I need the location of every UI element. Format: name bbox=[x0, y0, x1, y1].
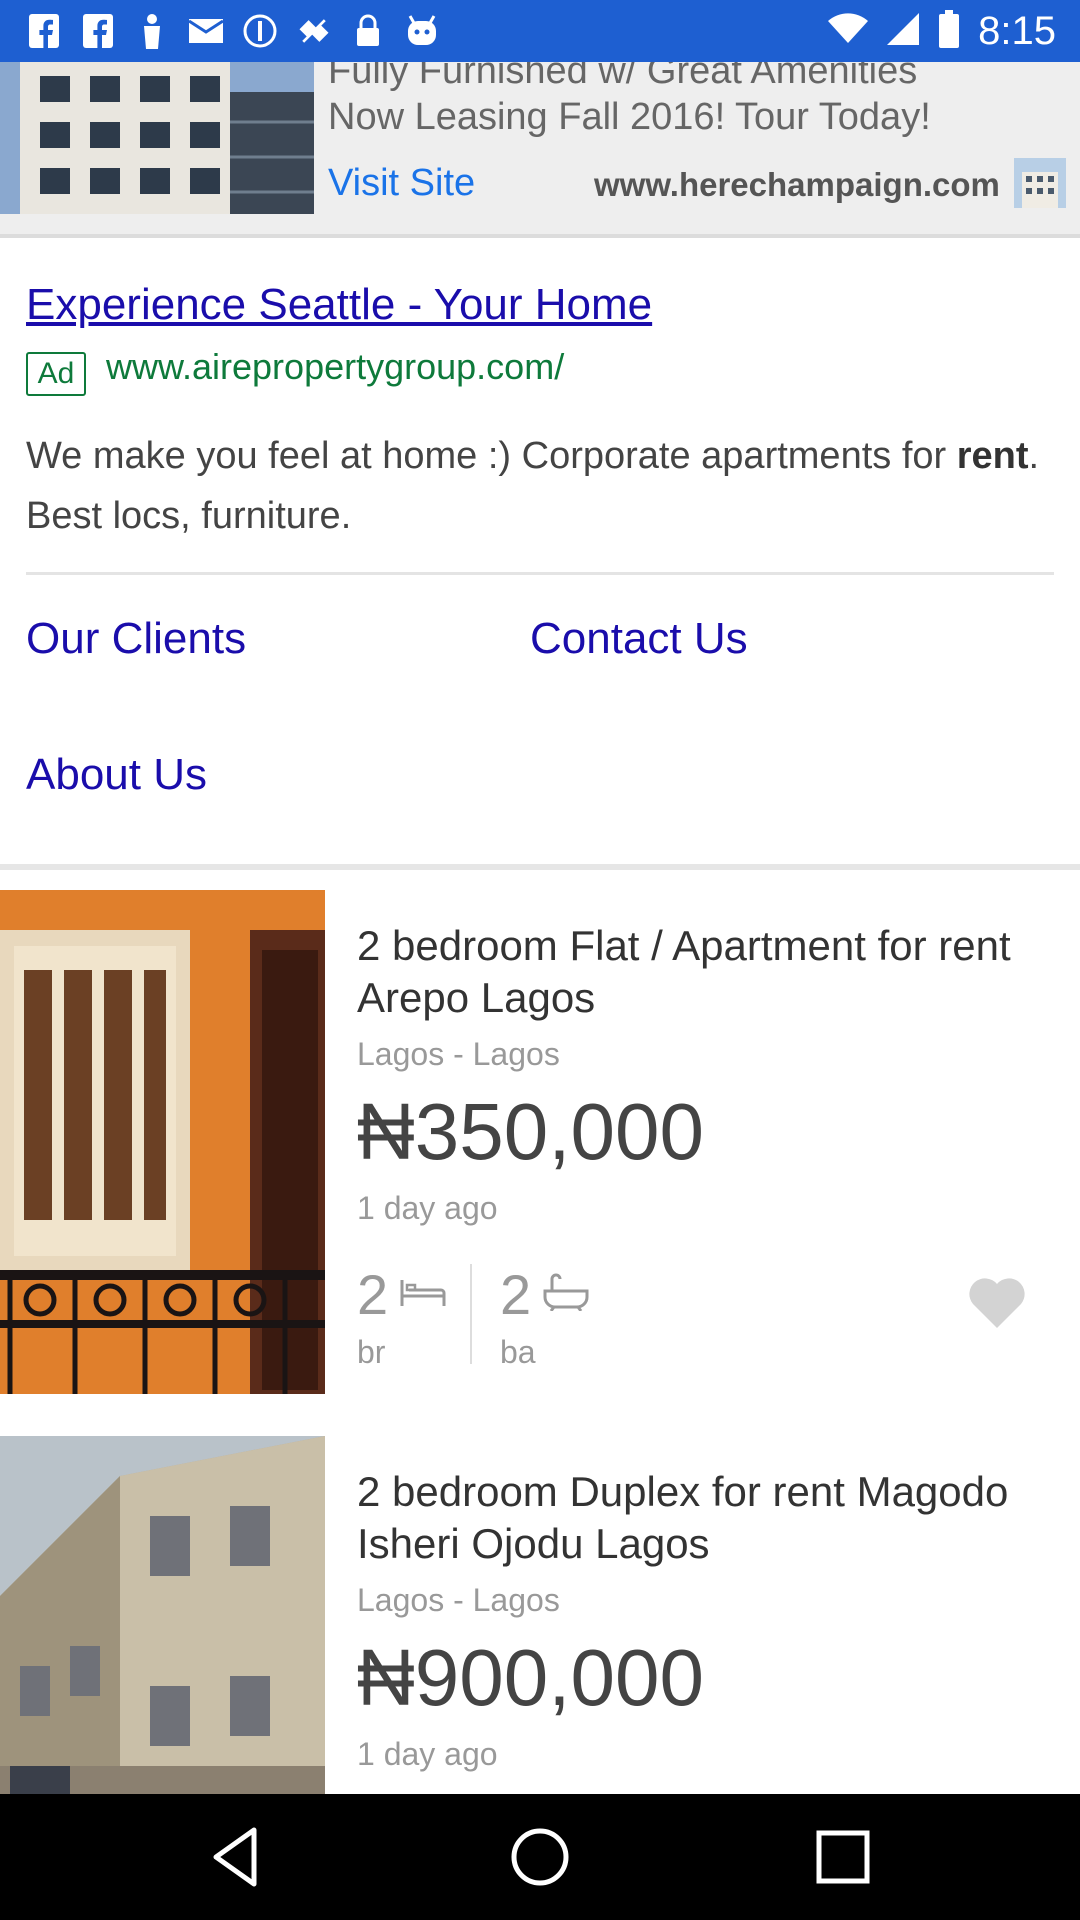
bathrooms-count: 2 bbox=[500, 1263, 532, 1326]
listing-photo[interactable] bbox=[0, 1436, 325, 1794]
wifi-icon bbox=[828, 12, 869, 50]
status-right: 8:15 bbox=[828, 0, 1056, 62]
ad-url[interactable]: www.airepropertygroup.com/ bbox=[106, 346, 564, 388]
bedrooms-count: 2 bbox=[357, 1263, 389, 1326]
banner-line-1: Fully Furnished w/ Great Amenities bbox=[328, 62, 918, 92]
bed-icon bbox=[399, 1276, 447, 1313]
bathtub-icon bbox=[542, 1273, 590, 1316]
favorite-heart-icon[interactable] bbox=[967, 1274, 1027, 1330]
section-divider bbox=[0, 864, 1080, 870]
about-us-link[interactable]: About Us bbox=[26, 750, 207, 800]
listing-price: ₦350,000 bbox=[357, 1087, 704, 1176]
listing-age: 1 day ago bbox=[357, 1190, 498, 1226]
facebook-icon bbox=[26, 13, 62, 49]
listing-location: Lagos - Lagos bbox=[357, 1582, 560, 1618]
ad-title-link[interactable]: Experience Seattle - Your Home bbox=[26, 280, 652, 330]
listing-price: ₦900,000 bbox=[357, 1633, 704, 1722]
status-bar: 8:15 bbox=[0, 0, 1080, 62]
listing-location: Lagos - Lagos bbox=[357, 1036, 560, 1072]
ad-desc-bold: rent bbox=[956, 435, 1029, 477]
target-icon bbox=[242, 13, 278, 49]
visit-site-link[interactable]: Visit Site bbox=[328, 162, 475, 205]
ad-divider bbox=[26, 572, 1054, 575]
recents-icon[interactable] bbox=[810, 1824, 876, 1890]
contact-us-link[interactable]: Contact Us bbox=[530, 614, 748, 664]
ad-desc-part-1: We make you feel at home :) Corporate ap… bbox=[26, 435, 957, 477]
signal-icon bbox=[886, 12, 920, 51]
person-icon bbox=[134, 13, 170, 49]
facebook-icon bbox=[80, 13, 116, 49]
listing-photo[interactable] bbox=[0, 890, 325, 1394]
listing-age: 1 day ago bbox=[357, 1736, 498, 1772]
stat-divider bbox=[470, 1264, 472, 1364]
mail-icon bbox=[188, 13, 224, 49]
notification-icons bbox=[26, 0, 440, 62]
bathrooms-unit: ba bbox=[500, 1334, 536, 1370]
banner-url[interactable]: www.herechampaign.com bbox=[594, 166, 1000, 204]
back-icon[interactable] bbox=[204, 1824, 270, 1890]
banner-ad[interactable]: Fully Furnished w/ Great Amenities Now L… bbox=[0, 62, 1080, 238]
bathrooms-stat: 2 ba bbox=[500, 1262, 590, 1370]
ad-badge: Ad bbox=[26, 352, 86, 396]
our-clients-link[interactable]: Our Clients bbox=[26, 614, 246, 664]
bedrooms-stat: 2 br bbox=[357, 1262, 447, 1370]
fake-gps-icon bbox=[296, 13, 332, 49]
status-time: 8:15 bbox=[978, 8, 1056, 53]
listing-title[interactable]: 2 bedroom Duplex for rent Magodo Isheri … bbox=[357, 1466, 1057, 1570]
banner-thumbnail-image[interactable] bbox=[1014, 158, 1066, 208]
app-icon bbox=[404, 13, 440, 49]
banner-headline[interactable]: Fully Furnished w/ Great Amenities Now L… bbox=[328, 62, 1068, 140]
listing-title[interactable]: 2 bedroom Flat / Apartment for rent Arep… bbox=[357, 920, 1057, 1024]
lock-icon bbox=[350, 13, 386, 49]
home-icon[interactable] bbox=[507, 1824, 573, 1890]
banner-building-image[interactable] bbox=[0, 62, 314, 214]
battery-icon bbox=[938, 9, 960, 53]
banner-line-2: Now Leasing Fall 2016! Tour Today! bbox=[328, 96, 931, 138]
bedrooms-unit: br bbox=[357, 1334, 386, 1370]
navigation-bar bbox=[0, 1794, 1080, 1920]
listing-card[interactable]: 2 bedroom Flat / Apartment for rent Arep… bbox=[0, 890, 1080, 1394]
ad-description: We make you feel at home :) Corporate ap… bbox=[26, 426, 1056, 546]
listing-card[interactable]: 2 bedroom Duplex for rent Magodo Isheri … bbox=[0, 1436, 1080, 1794]
